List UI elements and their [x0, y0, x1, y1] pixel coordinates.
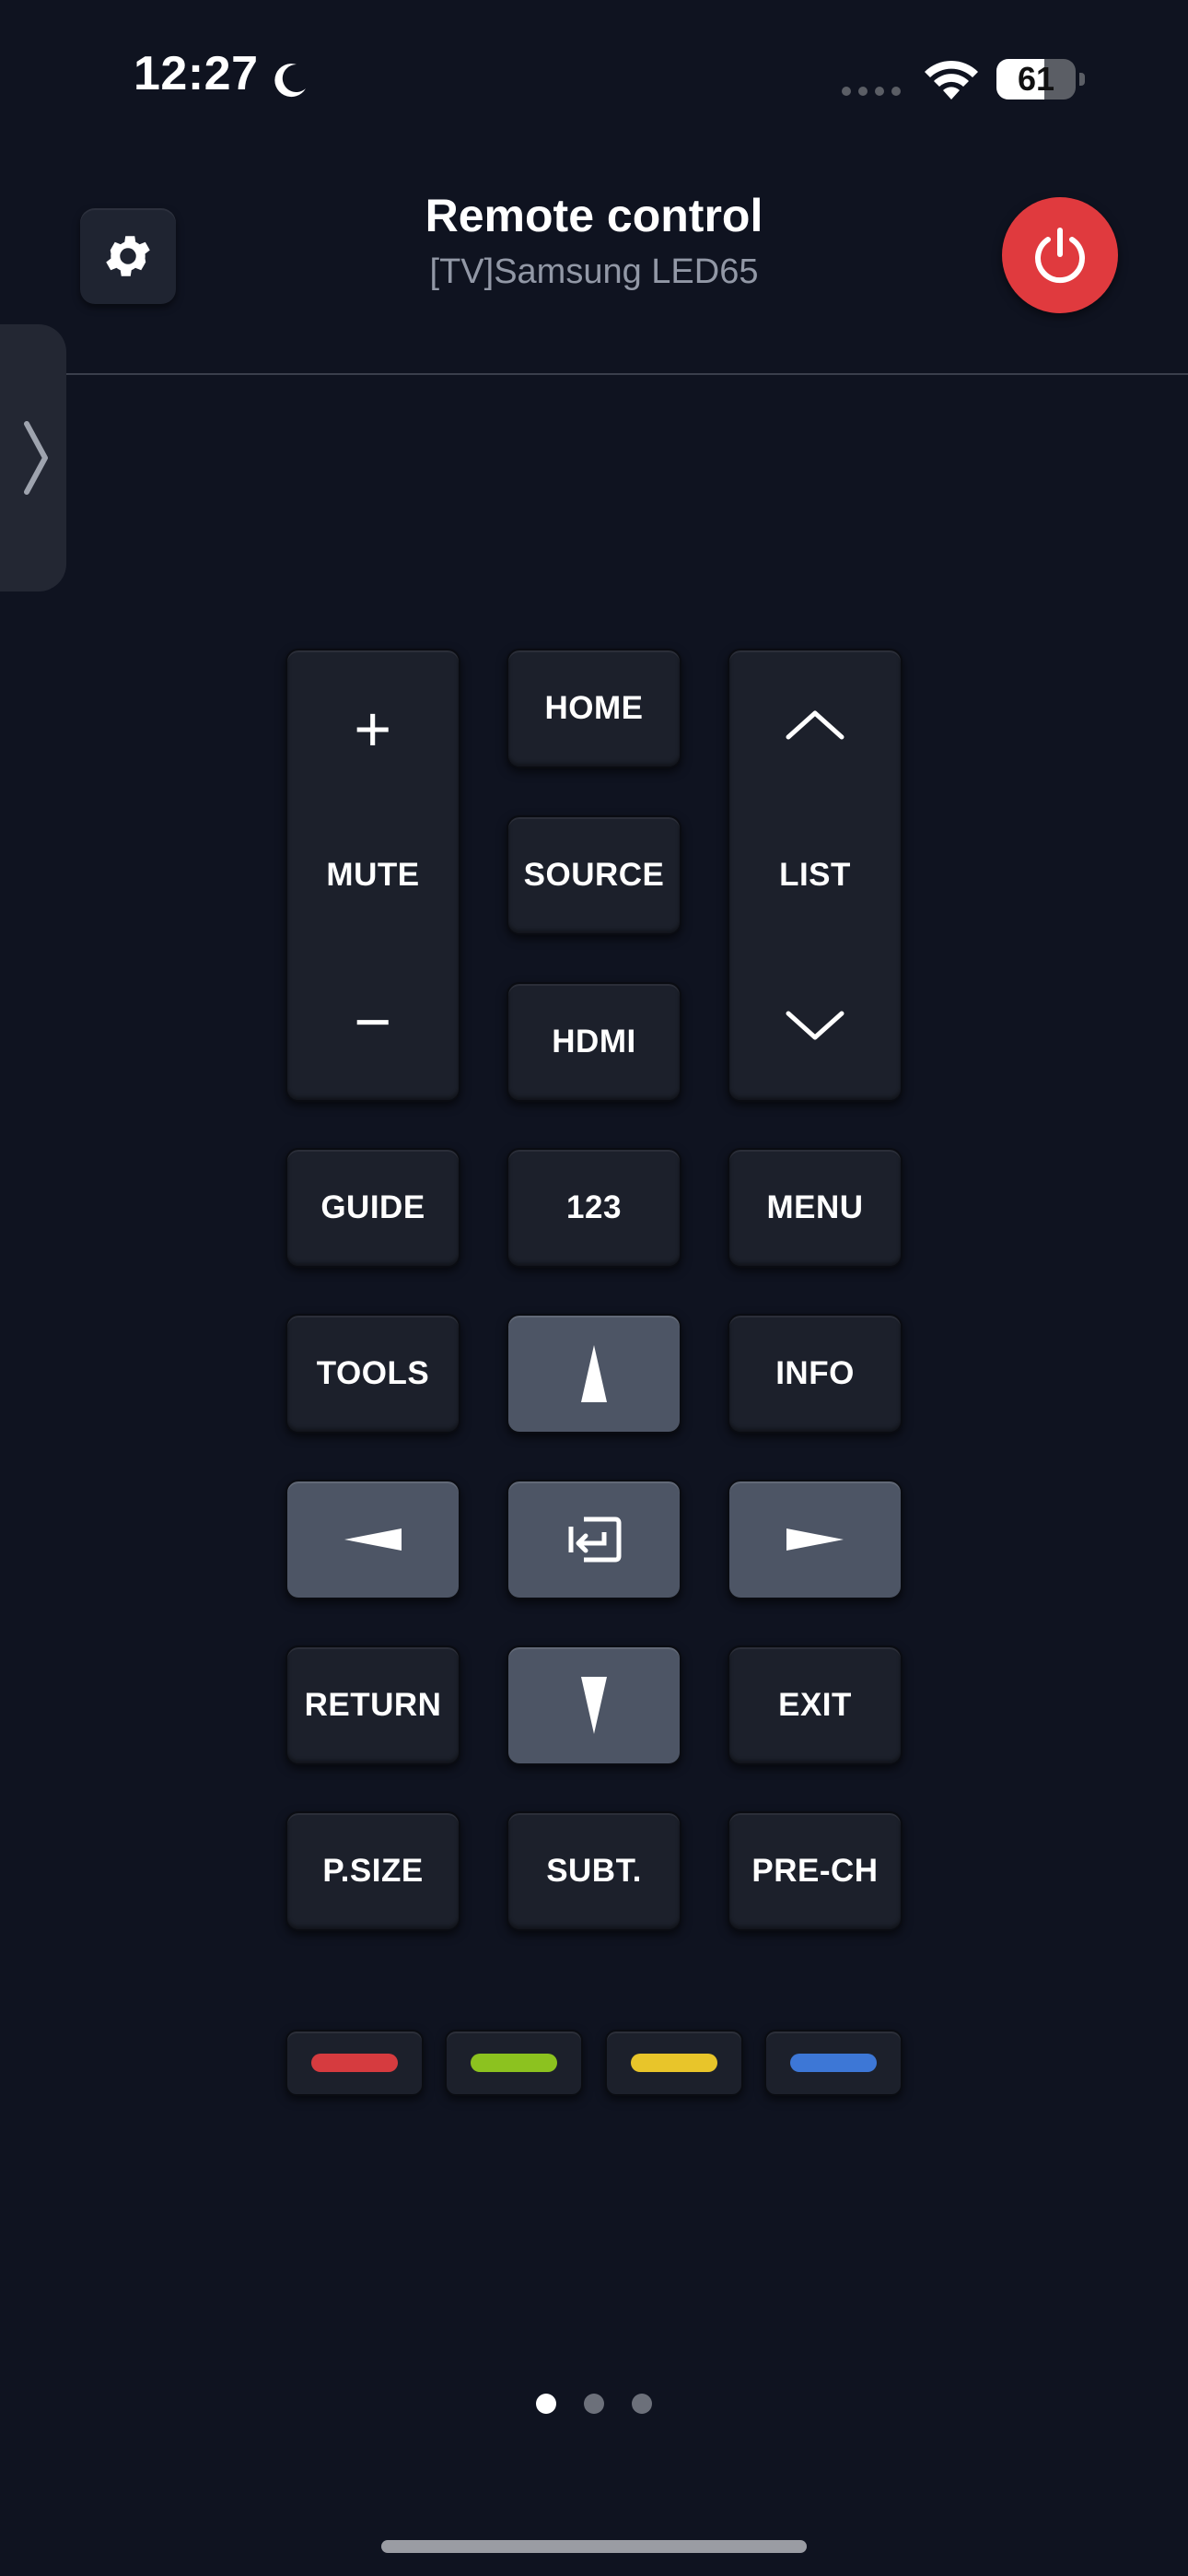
subtitle-button[interactable]: SUBT.	[507, 1811, 681, 1931]
power-icon	[1035, 228, 1085, 284]
list-button[interactable]: LIST	[779, 857, 851, 894]
chevron-right-icon	[24, 421, 48, 495]
info-button[interactable]: INFO	[728, 1314, 903, 1434]
dpad-ok-button[interactable]	[507, 1480, 681, 1599]
yellow-key-button[interactable]	[605, 2030, 743, 2096]
battery-percent: 61	[1017, 60, 1055, 98]
dpad-right-button[interactable]	[728, 1480, 903, 1599]
cellular-signal-icon	[842, 87, 901, 96]
dpad-up-button[interactable]	[507, 1314, 681, 1434]
arrow-right-icon	[786, 1528, 844, 1551]
arrow-left-icon	[344, 1528, 402, 1551]
mute-button[interactable]: MUTE	[326, 857, 419, 894]
tools-button[interactable]: TOOLS	[285, 1314, 460, 1434]
wifi-icon	[925, 60, 978, 100]
red-key-button[interactable]	[285, 2030, 424, 2096]
numpad-button[interactable]: 123	[507, 1148, 681, 1268]
hdmi-button[interactable]: HDMI	[507, 982, 681, 1102]
exit-button[interactable]: EXIT	[728, 1645, 903, 1765]
battery-indicator: 61	[996, 59, 1085, 100]
enter-icon	[568, 1516, 622, 1563]
dpad-down-button[interactable]	[507, 1645, 681, 1765]
guide-button[interactable]: GUIDE	[285, 1148, 460, 1268]
dpad-left-button[interactable]	[285, 1480, 460, 1599]
picture-size-button[interactable]: P.SIZE	[285, 1811, 460, 1931]
header-divider	[0, 373, 1188, 375]
channel-up-icon[interactable]	[783, 706, 847, 743]
moon-icon	[274, 64, 306, 98]
red-key-indicator	[311, 2054, 398, 2072]
return-button[interactable]: RETURN	[285, 1645, 460, 1765]
page-dot[interactable]	[536, 2394, 556, 2414]
side-drawer-tab[interactable]	[0, 324, 66, 591]
blue-key-indicator	[790, 2054, 877, 2072]
source-button[interactable]: SOURCE	[507, 815, 681, 935]
yellow-key-indicator	[631, 2054, 717, 2072]
green-key-indicator	[471, 2054, 557, 2072]
home-indicator[interactable]	[381, 2540, 807, 2553]
green-key-button[interactable]	[445, 2030, 583, 2096]
arrow-down-icon	[581, 1677, 607, 1734]
pre-channel-button[interactable]: PRE-CH	[728, 1811, 903, 1931]
status-time: 12:27	[134, 47, 259, 100]
arrow-up-icon	[581, 1345, 607, 1402]
page-indicator[interactable]	[0, 2394, 1188, 2414]
blue-key-button[interactable]	[764, 2030, 903, 2096]
remote-control-screen: 12:27 61 Remote control [TV]Samsung LED6…	[0, 0, 1188, 2576]
home-button[interactable]: HOME	[507, 649, 681, 768]
volume-rocker: + MUTE −	[285, 649, 460, 1102]
channel-down-icon[interactable]	[783, 1008, 847, 1045]
menu-button[interactable]: MENU	[728, 1148, 903, 1268]
page-dot[interactable]	[632, 2394, 652, 2414]
power-button[interactable]	[1002, 197, 1118, 313]
page-dot[interactable]	[584, 2394, 604, 2414]
channel-rocker: LIST	[728, 649, 903, 1102]
volume-up-button[interactable]: +	[354, 697, 391, 761]
volume-down-button[interactable]: −	[354, 989, 391, 1054]
